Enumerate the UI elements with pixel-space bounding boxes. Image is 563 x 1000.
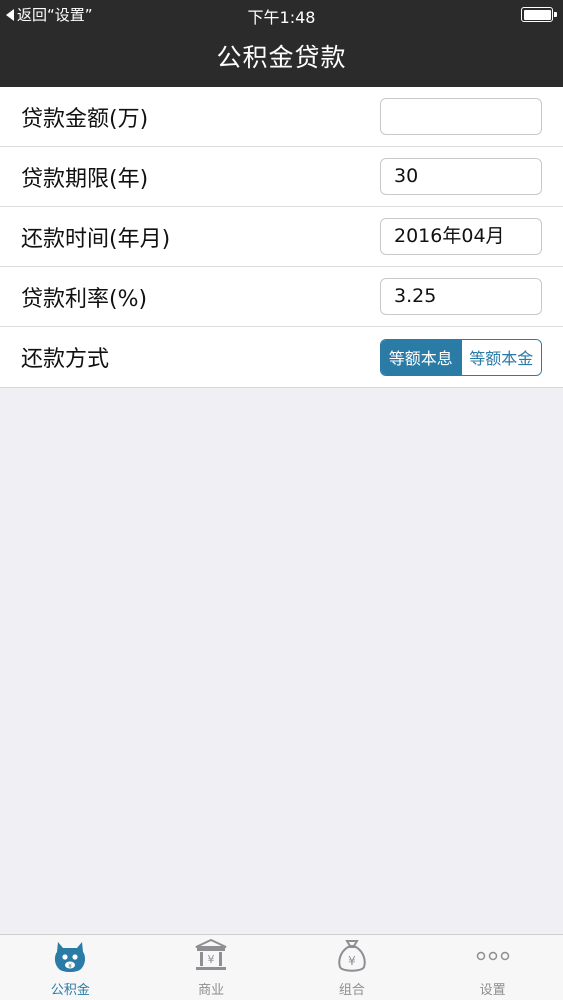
- loan-amount-label: 贷款金额(万): [21, 106, 149, 132]
- battery-level: [523, 9, 551, 20]
- tab-commercial[interactable]: ¥ 商业: [141, 935, 282, 1000]
- loan-term-input[interactable]: 30: [380, 158, 542, 195]
- tab-housing-fund-label: 公积金: [50, 983, 90, 998]
- repay-method-segmented-control: 等额本息 等额本金: [380, 338, 542, 376]
- tab-housing-fund[interactable]: ¥ 公积金: [0, 935, 141, 1000]
- repay-start-row: 还款时间(年月) 2016年04月: [0, 207, 563, 267]
- interest-rate-input[interactable]: 3.25: [380, 278, 542, 315]
- repay-method-label: 还款方式: [21, 347, 110, 372]
- loan-amount-row: 贷款金额(万): [0, 87, 563, 147]
- loan-term-label: 贷款期限(年): [21, 166, 149, 192]
- svg-text:¥: ¥: [68, 963, 72, 970]
- segment-equal-principal[interactable]: 等额本金: [460, 339, 541, 375]
- more-icon: [473, 936, 513, 976]
- tab-commercial-label: 商业: [198, 983, 225, 998]
- loan-form: 贷款金额(万) 贷款期限(年) 30 还款时间(年月) 2016年04月 贷款利…: [0, 87, 563, 388]
- piggy-bank-icon: ¥: [50, 936, 90, 976]
- tab-bar: ¥ 公积金 ¥ 商业 ¥ 组合 设置: [0, 934, 563, 1000]
- bank-icon: ¥: [191, 936, 231, 976]
- repay-method-row: 还款方式 等额本息 等额本金: [0, 327, 563, 387]
- svg-text:¥: ¥: [348, 954, 356, 968]
- navigation-bar: 返回“设置” 下午1:48 公积金贷款: [0, 0, 563, 87]
- status-time: 下午1:48: [247, 8, 316, 27]
- money-bag-icon: ¥: [332, 936, 372, 976]
- interest-rate-row: 贷款利率(%) 3.25: [0, 267, 563, 327]
- tab-settings[interactable]: 设置: [422, 935, 563, 1000]
- battery-icon: [521, 7, 557, 22]
- page-title: 公积金贷款: [216, 43, 347, 72]
- svg-text:¥: ¥: [208, 953, 215, 966]
- repay-start-input[interactable]: 2016年04月: [380, 218, 542, 255]
- tab-settings-label: 设置: [479, 983, 506, 998]
- tab-combined[interactable]: ¥ 组合: [282, 935, 423, 1000]
- loan-term-row: 贷款期限(年) 30: [0, 147, 563, 207]
- status-bar: 返回“设置” 下午1:48: [0, 0, 563, 28]
- repay-start-label: 还款时间(年月): [21, 226, 171, 252]
- segment-equal-installment[interactable]: 等额本息: [381, 339, 461, 375]
- tab-combined-label: 组合: [338, 983, 365, 998]
- interest-rate-label: 贷款利率(%): [21, 286, 148, 312]
- loan-amount-input[interactable]: [380, 98, 542, 135]
